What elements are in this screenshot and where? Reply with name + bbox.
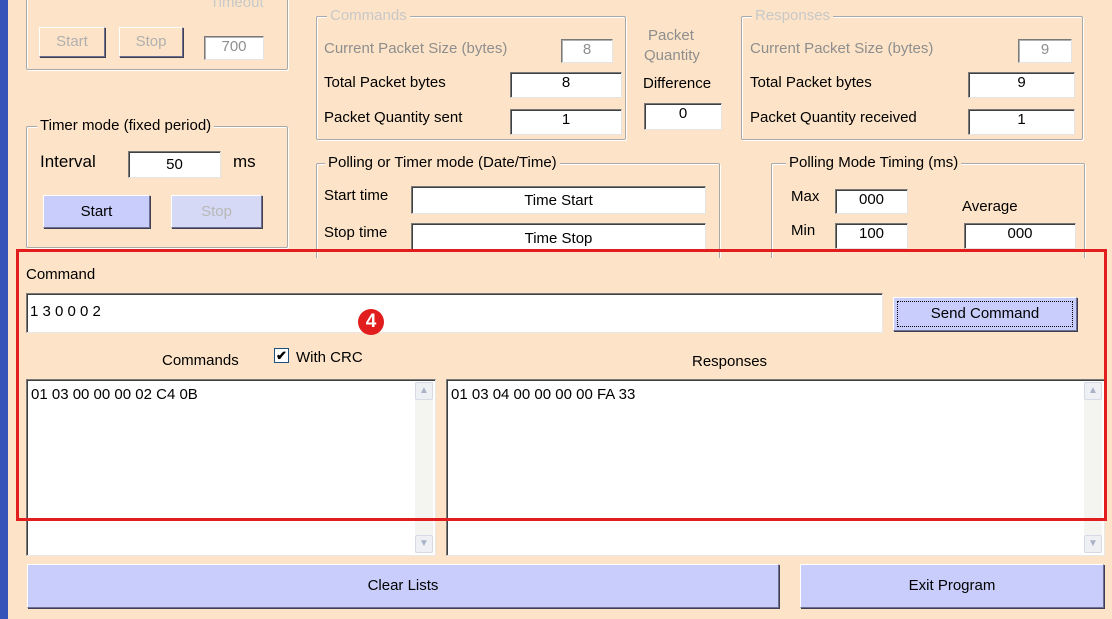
scroll-down-icon[interactable]: ▼ xyxy=(415,535,433,553)
start-time-label: Start time xyxy=(324,187,389,204)
commands-stats-legend: Commands xyxy=(327,7,410,25)
packet-quantity-sent-field[interactable]: 1 xyxy=(510,109,622,135)
min-label: Min xyxy=(791,222,816,239)
packet-quantity-sent-label: Packet Quantity sent xyxy=(324,109,463,126)
min-field[interactable]: 100 xyxy=(835,223,908,249)
polling-timer-legend: Polling or Timer mode (Date/Time) xyxy=(325,154,560,172)
max-label: Max xyxy=(791,188,820,205)
commands-total-bytes-field[interactable]: 8 xyxy=(510,72,622,98)
stop-time-label: Stop time xyxy=(324,224,388,241)
timeout-label: Timeout xyxy=(210,0,264,11)
difference-field[interactable]: 0 xyxy=(644,103,722,130)
packet-quantity-received-label: Packet Quantity received xyxy=(750,109,917,126)
timer-mode-legend: Timer mode (fixed period) xyxy=(37,117,215,135)
scroll-down-icon[interactable]: ▼ xyxy=(1084,535,1102,553)
timer-start-button[interactable]: Start xyxy=(43,195,150,228)
interval-field[interactable]: 50 xyxy=(128,151,221,178)
commands-current-size-field[interactable]: 8 xyxy=(561,39,613,63)
responses-current-size-field[interactable]: 9 xyxy=(1018,39,1072,63)
average-label: Average xyxy=(962,198,1018,215)
timeout-field[interactable]: 700 xyxy=(204,36,264,60)
commands-current-size-label: Current Packet Size (bytes) xyxy=(324,40,508,57)
difference-label: Difference xyxy=(643,75,712,92)
exit-program-button[interactable]: Exit Program xyxy=(800,564,1104,608)
packet-quantity-received-field[interactable]: 1 xyxy=(968,109,1075,135)
highlight-box xyxy=(16,249,1107,521)
clear-lists-button[interactable]: Clear Lists xyxy=(27,564,779,608)
interval-label: Interval xyxy=(40,152,96,171)
top-start-button[interactable]: Start xyxy=(39,27,105,57)
packet-quantity-label-line2: Quantity xyxy=(644,47,700,64)
step-badge: 4 xyxy=(358,309,384,335)
polling-timing-legend: Polling Mode Timing (ms) xyxy=(786,154,962,172)
responses-stats-legend: Responses xyxy=(752,7,834,25)
responses-total-bytes-label: Total Packet bytes xyxy=(750,74,872,91)
window-left-border xyxy=(0,0,8,619)
top-stop-button[interactable]: Stop xyxy=(119,27,183,57)
commands-total-bytes-label: Total Packet bytes xyxy=(324,74,446,91)
max-field[interactable]: 000 xyxy=(835,189,908,214)
average-field[interactable]: 000 xyxy=(964,223,1076,249)
interval-unit-label: ms xyxy=(233,152,256,171)
start-time-field[interactable]: Time Start xyxy=(411,186,706,214)
timer-mode-group: Timer mode (fixed period) xyxy=(26,117,288,248)
responses-current-size-label: Current Packet Size (bytes) xyxy=(750,40,934,57)
responses-total-bytes-field[interactable]: 9 xyxy=(968,72,1075,98)
stop-time-field[interactable]: Time Stop xyxy=(411,223,706,251)
packet-quantity-label-line1: Packet xyxy=(648,27,694,44)
timer-stop-button[interactable]: Stop xyxy=(171,195,262,228)
